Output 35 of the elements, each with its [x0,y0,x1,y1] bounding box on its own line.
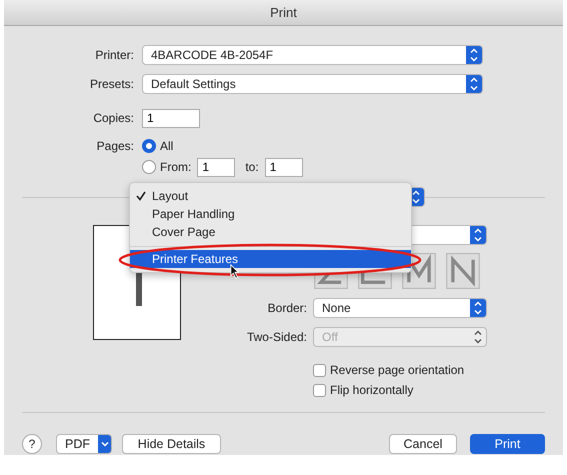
border-select[interactable]: None [313,298,487,318]
menu-item[interactable]: Layout [130,187,411,205]
checkbox-label: Reverse page orientation [330,363,464,377]
cancel-button[interactable]: Cancel [389,434,457,454]
presets-select[interactable]: Default Settings [142,74,483,94]
field-label: Copies: [92,111,134,125]
radio-button[interactable] [142,160,156,174]
to-field[interactable]: 1 [264,158,303,176]
caret-icon [100,440,110,448]
help-button[interactable]: ? [22,434,42,454]
copies-field[interactable]: 1 [142,108,200,128]
printer-select[interactable]: 4BARCODE 4B-2054F [142,45,483,65]
field-label: Presets: [88,77,134,91]
field-label: Two-Sided: [246,330,307,344]
hide-details-button[interactable]: Hide Details [122,434,221,454]
print-button[interactable]: Print [470,434,545,454]
field-label: Printer: [94,48,134,62]
field-label: Border: [266,301,307,315]
field-label: to: [245,160,259,174]
menu-item[interactable]: Cover Page [130,223,411,241]
radio-label: All [160,139,174,153]
window-title: Print [270,5,297,20]
from-field[interactable]: 1 [197,158,236,176]
checkmark-icon [136,191,146,201]
checkbox[interactable] [313,364,326,376]
radio-button[interactable] [142,139,156,153]
pointer-icon [230,264,240,279]
layout-direction-icon[interactable] [445,253,481,289]
checkbox[interactable] [313,384,326,396]
radio-label: From: [160,160,192,174]
menu-item[interactable]: Paper Handling [130,205,411,223]
checkbox-label: Flip horizontally [330,383,414,397]
pdf-button[interactable]: PDF [56,434,112,454]
menu-item[interactable]: Printer Features [130,250,411,268]
field-label: Pages: [96,139,134,153]
